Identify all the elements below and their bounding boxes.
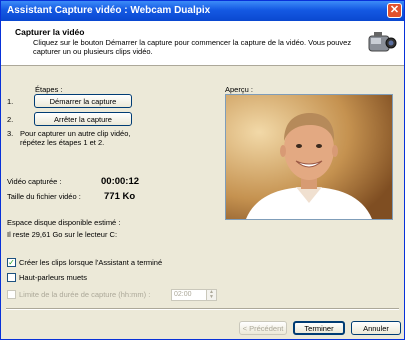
window-title: Assistant Capture vidéo : Webcam Dualpix bbox=[7, 5, 211, 16]
file-size-value: 771 Ko bbox=[104, 191, 136, 202]
mute-speakers-label[interactable]: Haut-parleurs muets bbox=[19, 273, 87, 282]
start-capture-button[interactable]: Démarrer la capture bbox=[34, 94, 132, 108]
captured-label: Vidéo capturée : bbox=[7, 177, 62, 186]
preview-label: Aperçu : bbox=[225, 85, 253, 94]
webcam-preview-image bbox=[226, 95, 392, 219]
step3-number: 3. bbox=[7, 129, 14, 138]
video-preview bbox=[225, 94, 393, 220]
step2-number: 2. bbox=[7, 115, 14, 124]
capture-limit-label: Limite de la durée de capture (hh:mm) : bbox=[19, 290, 151, 299]
back-button[interactable]: < Précédent bbox=[239, 321, 287, 335]
finish-button[interactable]: Terminer bbox=[293, 321, 345, 335]
title-bar[interactable]: Assistant Capture vidéo : Webcam Dualpix… bbox=[1, 1, 404, 21]
cancel-button[interactable]: Annuler bbox=[351, 321, 401, 335]
create-clips-label[interactable]: Créer les clips lorsque l'Assistant a te… bbox=[19, 258, 162, 267]
capture-limit-checkbox[interactable] bbox=[7, 290, 16, 299]
camcorder-icon bbox=[368, 32, 397, 52]
capture-limit-time-input[interactable]: 02:00 ▲ ▼ bbox=[171, 289, 217, 301]
captured-value: 00:00:12 bbox=[101, 176, 140, 187]
footer-separator bbox=[6, 308, 399, 310]
step3-text: Pour capturer un autre clip vidéo, répét… bbox=[20, 129, 131, 147]
steps-label: Étapes : bbox=[35, 85, 63, 94]
close-button[interactable]: ✕ bbox=[387, 3, 402, 18]
time-spinner[interactable]: ▲ ▼ bbox=[206, 290, 216, 300]
capture-wizard-window: Assistant Capture vidéo : Webcam Dualpix… bbox=[0, 0, 405, 340]
step1-number: 1. bbox=[7, 97, 14, 106]
file-size-label: Taille du fichier vidéo : bbox=[7, 192, 81, 201]
capture-limit-time-value: 02:00 bbox=[174, 291, 192, 298]
page-description: Cliquez sur le bouton Démarrer la captur… bbox=[33, 38, 352, 56]
disk-space-label: Espace disque disponible estimé : bbox=[7, 218, 121, 227]
page-title: Capturer la vidéo bbox=[15, 27, 85, 37]
create-clips-checkbox[interactable]: ✓ bbox=[7, 258, 16, 267]
disk-space-value: Il reste 29,61 Go sur le lecteur C: bbox=[7, 230, 118, 239]
mute-speakers-checkbox[interactable] bbox=[7, 273, 16, 282]
stop-capture-button[interactable]: Arrêter la capture bbox=[34, 112, 132, 126]
wizard-header: Capturer la vidéo Cliquez sur le bouton … bbox=[1, 21, 404, 66]
